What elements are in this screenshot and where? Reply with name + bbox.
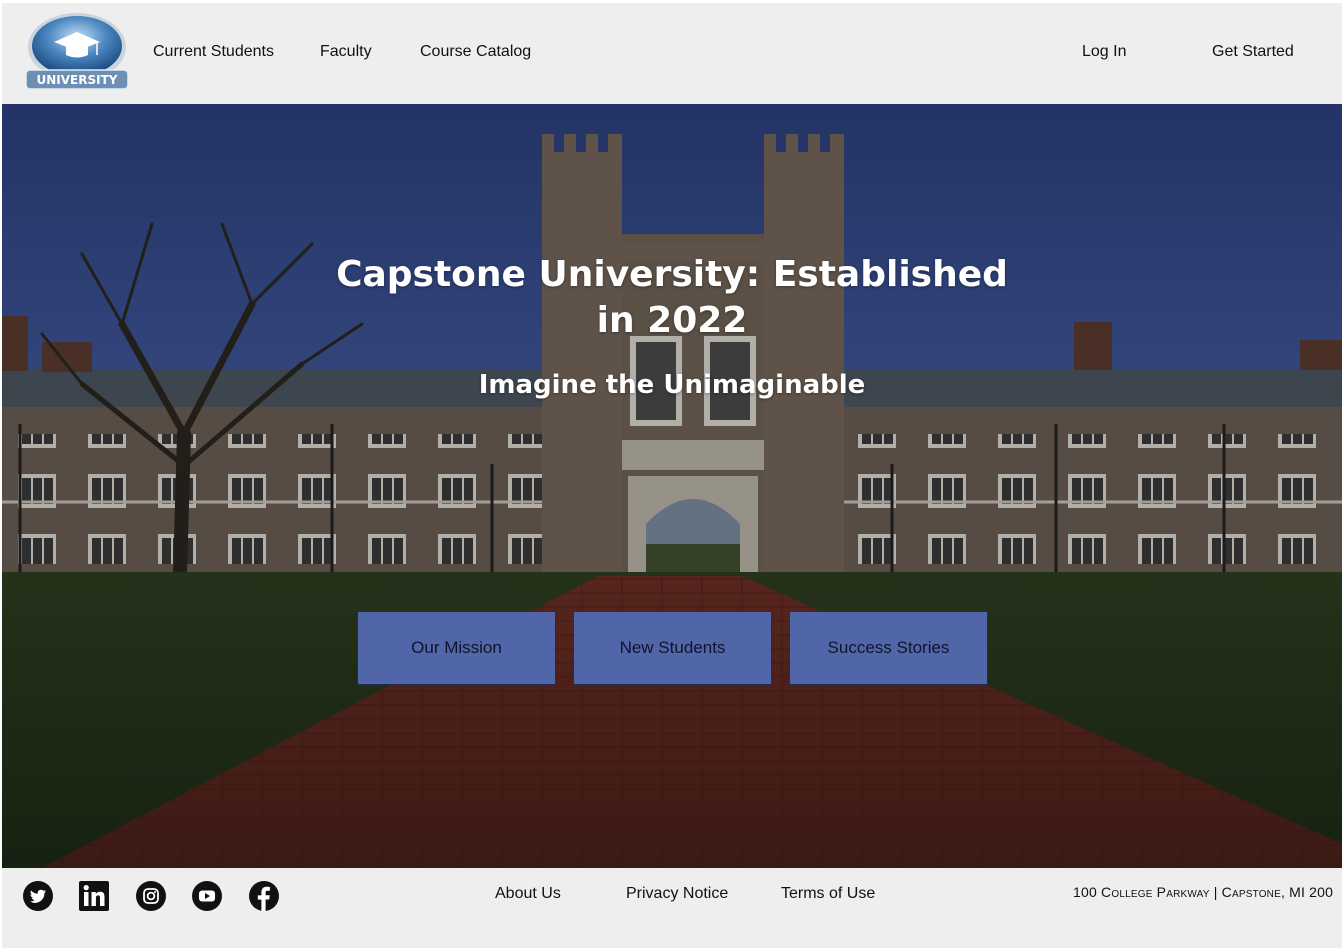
address-text: 100 College Parkway | Capstone, MI 200 <box>1073 884 1334 900</box>
privacy-notice-link[interactable]: Privacy Notice <box>626 885 728 903</box>
linkedin-icon[interactable] <box>78 880 110 912</box>
university-logo[interactable]: UNIVERSITY <box>24 11 130 91</box>
terms-of-use-link[interactable]: Terms of Use <box>781 885 875 903</box>
site-header: UNIVERSITY Current Students Faculty Cour… <box>2 3 1342 104</box>
hero-banner: Capstone University: Established in 2022… <box>2 104 1342 868</box>
facebook-icon[interactable] <box>248 880 280 912</box>
nav-current-students[interactable]: Current Students <box>153 43 274 61</box>
hero-title: Capstone University: Established in 2022 <box>336 254 1008 341</box>
success-stories-button[interactable]: Success Stories <box>789 611 988 685</box>
login-link[interactable]: Log In <box>1082 43 1126 61</box>
youtube-icon[interactable] <box>191 880 223 912</box>
instagram-icon[interactable] <box>135 880 167 912</box>
campus-background-image <box>2 104 1342 868</box>
our-mission-button[interactable]: Our Mission <box>357 611 556 685</box>
logo-text: UNIVERSITY <box>37 73 118 87</box>
site-footer: About Us Privacy Notice Terms of Use 100… <box>2 868 1342 948</box>
get-started-link[interactable]: Get Started <box>1212 43 1294 61</box>
twitter-icon[interactable] <box>22 880 54 912</box>
about-us-link[interactable]: About Us <box>495 885 561 903</box>
nav-course-catalog[interactable]: Course Catalog <box>420 43 531 61</box>
new-students-button[interactable]: New Students <box>573 611 772 685</box>
nav-faculty[interactable]: Faculty <box>320 43 372 61</box>
hero-subtitle: Imagine the Unimaginable <box>478 370 866 400</box>
